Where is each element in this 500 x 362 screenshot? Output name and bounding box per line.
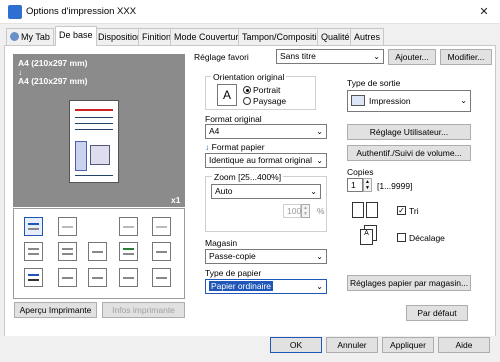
default-button[interactable]: Par défaut [406,305,468,321]
preview-copies-badge: x1 [171,195,181,205]
landscape-radio[interactable] [243,97,251,105]
ok-button[interactable]: OK [270,337,322,353]
paper-tray-settings-button[interactable]: Réglages papier par magasin... [347,275,471,291]
modify-favorite-button[interactable]: Modifier... [440,49,492,65]
tab-my-tab[interactable]: My Tab [6,28,54,45]
cancel-button[interactable]: Annuler [326,337,378,353]
paper-size-label: ↓ Format papier [205,142,265,152]
punch-icon[interactable] [152,217,171,236]
copies-input[interactable]: 1 [347,178,363,192]
portrait-label: Portrait [253,85,281,95]
orientation-label: Orientation original [211,72,287,82]
collate-checkbox[interactable]: ✓ [397,206,406,215]
fold-icon[interactable] [152,242,171,261]
quality-icon[interactable] [152,268,171,287]
original-type-icon[interactable] [58,217,77,236]
blue-arrow-down-icon: ↓ [205,142,210,152]
title-bar: Options d'impression XXX ✕ [0,0,500,24]
cover-icon[interactable] [88,268,107,287]
chevron-down-icon: ⌄ [316,156,323,165]
authentication-button[interactable]: Authentif./Suivi de volume... [347,145,471,161]
paper-type-label: Type de papier [205,268,262,278]
original-size-label: Format original [205,114,262,124]
tab-de-base[interactable]: De base [55,26,97,46]
printer-app-icon [8,5,22,19]
print-output-icon[interactable] [24,217,43,236]
offset-stack-icon: A [358,225,380,247]
word-document-icon[interactable] [119,242,138,261]
tray-select[interactable]: Passe-copie ⌄ [205,249,327,264]
color-mode-icon[interactable] [24,268,43,287]
zoom-spinner[interactable]: ▲ ▼ [301,204,310,218]
apply-button[interactable]: Appliquer [382,337,434,353]
preview-paper-size: A4 (210x297 mm) [18,76,88,86]
chevron-down-icon: ⌄ [460,96,467,105]
copies-range: [1...9999] [377,181,413,191]
print-output-small-icon [351,95,365,106]
landscape-label: Paysage [253,96,287,106]
copies-spinner[interactable]: ▲ ▼ [363,178,372,192]
collate-pages-icon [352,200,382,220]
chevron-down-icon: ⌄ [310,187,317,196]
paper-size-select[interactable]: Identique au format original ⌄ [205,153,327,168]
printer-preview-button[interactable]: Aperçu Imprimante [14,302,97,318]
offset-label: Décalage [409,233,445,243]
chevron-down-icon: ⌄ [316,282,323,291]
user-icon [10,32,19,41]
output-type-label: Type de sortie [347,78,401,88]
binding-icon[interactable] [119,217,138,236]
combine-icon[interactable] [58,242,77,261]
text-a-icon[interactable] [88,242,107,261]
chevron-down-icon: ⌄ [373,52,380,61]
user-settings-button[interactable]: Réglage Utilisateur... [347,124,471,140]
favorite-select[interactable]: Sans titre ⌄ [276,49,384,64]
printer-info-button[interactable]: Infos imprimante [102,302,185,318]
close-icon[interactable]: ✕ [474,4,494,20]
staple-icon[interactable] [58,268,77,287]
chevron-down-icon: ⌄ [316,252,323,261]
help-button[interactable]: Aide [438,337,490,353]
window-title: Options d'impression XXX [26,6,137,17]
stamp-icon[interactable] [119,268,138,287]
collate-label: Tri [409,206,419,216]
offset-checkbox[interactable] [397,233,406,242]
zoom-label: Zoom [25...400%] [212,172,284,182]
duplex-icon[interactable] [24,242,43,261]
favorite-label: Réglage favori [194,52,249,62]
add-favorite-button[interactable]: Ajouter... [388,49,436,65]
tab-qualite[interactable]: Qualité [317,28,354,45]
zoom-percent-input[interactable]: 100 [283,204,301,218]
original-size-select[interactable]: A4 ⌄ [205,124,327,139]
orientation-preview-icon: A [217,84,237,106]
tray-label: Magasin [205,238,238,248]
zoom-select[interactable]: Auto ⌄ [211,184,321,199]
copies-label: Copies [347,167,374,177]
tab-mode-couverture[interactable]: Mode Couverture [170,28,248,45]
zoom-percent-unit: % [317,206,325,216]
tab-autres[interactable]: Autres [350,28,385,45]
preview-original-size: A4 (210x297 mm) [18,58,88,68]
page-preview-icon [69,100,119,183]
portrait-radio[interactable] [243,86,251,94]
output-type-select[interactable]: Impression ⌄ [347,90,471,112]
paper-type-select[interactable]: Papier ordinaire ⌄ [205,279,327,294]
chevron-down-icon: ⌄ [316,127,323,136]
